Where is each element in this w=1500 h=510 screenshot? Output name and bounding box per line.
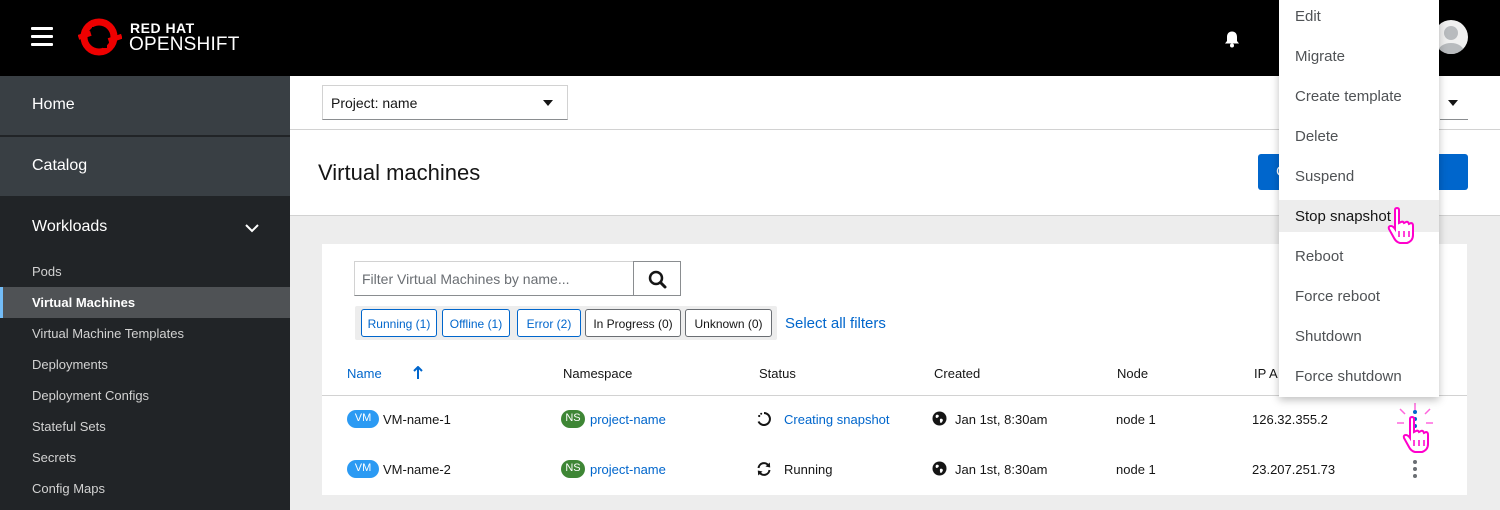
sidebar-item-deployments[interactable]: Deployments <box>0 349 290 380</box>
column-header-node[interactable]: Node <box>1117 366 1148 381</box>
sidebar-item-virtual-machines[interactable]: Virtual Machines <box>0 287 290 318</box>
sidebar-item-home[interactable]: Home <box>0 76 290 136</box>
chip-error[interactable]: Error (2) <box>517 309 581 337</box>
sort-ascending-icon <box>413 366 423 379</box>
sidebar-item-label: Pods <box>32 264 62 279</box>
sidebar-item-secrets[interactable]: Secrets <box>0 442 290 473</box>
search-icon <box>648 270 667 289</box>
status-running: Running <box>784 462 833 477</box>
node-value: node 1 <box>1116 462 1156 477</box>
ip-address: 126.32.355.2 <box>1252 412 1328 427</box>
secondary-select[interactable] <box>1440 85 1468 120</box>
sidebar: Home Catalog Workloads Pods Virtual Mach… <box>0 76 290 510</box>
menu-item-label: Suspend <box>1295 168 1355 185</box>
column-header-created[interactable]: Created <box>934 366 980 381</box>
sync-icon <box>757 462 771 476</box>
sidebar-item-pods[interactable]: Pods <box>0 256 290 287</box>
menu-item-shutdown[interactable]: Shutdown <box>1279 320 1439 352</box>
chevron-down-icon <box>245 224 259 233</box>
sidebar-item-label: Virtual Machines <box>32 295 136 310</box>
sidebar-item-catalog[interactable]: Catalog <box>0 137 290 197</box>
sidebar-item-config-maps[interactable]: Config Maps <box>0 473 290 504</box>
menu-item-create-template[interactable]: Create template <box>1279 80 1439 112</box>
sidebar-item-label: Deployments <box>32 357 108 372</box>
menu-item-force-reboot[interactable]: Force reboot <box>1279 280 1439 312</box>
status-creating-snapshot-link[interactable]: Creating snapshot <box>784 412 890 427</box>
sidebar-item-label: Workloads <box>32 218 108 235</box>
select-all-filters-link[interactable]: Select all filters <box>785 315 886 332</box>
menu-item-suspend[interactable]: Suspend <box>1279 160 1439 192</box>
menu-item-label: Migrate <box>1295 48 1346 65</box>
ns-badge: NS <box>561 410 585 428</box>
vm-badge: VM <box>347 410 379 428</box>
hamburger-icon[interactable] <box>31 27 53 47</box>
search-button[interactable] <box>633 261 681 296</box>
hand-cursor-icon <box>1387 207 1414 244</box>
column-header-status[interactable]: Status <box>759 366 796 381</box>
column-header-ip[interactable]: IP A <box>1254 366 1278 381</box>
globe-icon <box>932 461 947 476</box>
sidebar-item-deployment-configs[interactable]: Deployment Configs <box>0 380 290 411</box>
avatar-icon[interactable] <box>1434 20 1468 54</box>
row-actions-dropdown: Edit Migrate Create template Delete Susp… <box>1279 0 1439 397</box>
created-date: Jan 1st, 8:30am <box>955 412 1048 427</box>
sidebar-item-stateful-sets[interactable]: Stateful Sets <box>0 411 290 442</box>
globe-icon <box>932 411 947 426</box>
chip-unknown[interactable]: Unknown (0) <box>685 309 772 337</box>
bell-icon[interactable] <box>1223 30 1241 48</box>
ns-badge: NS <box>561 460 585 478</box>
sidebar-item-workloads[interactable]: Workloads <box>0 198 290 258</box>
sidebar-item-label: Virtual Machine Templates <box>32 326 184 341</box>
namespace-link[interactable]: project-name <box>590 412 666 427</box>
column-header-label: Name <box>347 366 382 381</box>
sidebar-item-virtual-machine-templates[interactable]: Virtual Machine Templates <box>0 318 290 349</box>
caret-down-icon <box>1448 100 1458 106</box>
menu-item-delete[interactable]: Delete <box>1279 120 1439 152</box>
sidebar-item-label: Home <box>32 96 75 113</box>
openshift-logo-icon <box>78 18 122 56</box>
menu-item-label: Edit <box>1295 8 1321 25</box>
sidebar-item-label: Secrets <box>32 450 77 465</box>
menu-item-label: Delete <box>1295 128 1339 145</box>
project-select[interactable]: Project: name <box>322 85 568 120</box>
brand-openshift: OPENSHIFT <box>129 34 240 55</box>
vm-badge: VM <box>347 460 379 478</box>
namespace-link[interactable]: project-name <box>590 462 666 477</box>
masthead: RED HAT OPENSHIFT <box>0 0 1500 76</box>
column-header-name[interactable]: Name <box>347 366 423 381</box>
vm-name[interactable]: VM-name-2 <box>383 462 451 477</box>
filter-input[interactable] <box>354 261 634 296</box>
menu-item-migrate[interactable]: Migrate <box>1279 40 1439 72</box>
sidebar-item-label: Deployment Configs <box>32 388 150 403</box>
sidebar-item-label: Catalog <box>32 157 88 174</box>
chip-running[interactable]: Running (1) <box>361 309 437 337</box>
page-title: Virtual machines <box>318 160 481 185</box>
menu-item-label: Force shutdown <box>1295 368 1402 385</box>
menu-item-label: Shutdown <box>1295 328 1362 345</box>
menu-item-label: Force reboot <box>1295 288 1381 305</box>
chip-offline[interactable]: Offline (1) <box>442 309 510 337</box>
sidebar-item-label: Config Maps <box>32 481 105 496</box>
spinner-icon <box>757 412 771 426</box>
menu-item-label: Create template <box>1295 88 1402 105</box>
created-date: Jan 1st, 8:30am <box>955 462 1048 477</box>
chip-in-progress[interactable]: In Progress (0) <box>585 309 681 337</box>
project-select-value: Project: name <box>331 95 418 111</box>
row-kebab-menu-button[interactable] <box>1413 460 1417 478</box>
menu-item-edit[interactable]: Edit <box>1279 0 1439 32</box>
column-header-namespace[interactable]: Namespace <box>563 366 632 381</box>
vm-name[interactable]: VM-name-1 <box>383 412 451 427</box>
caret-down-icon <box>543 100 553 106</box>
menu-item-force-shutdown[interactable]: Force shutdown <box>1279 360 1439 392</box>
ip-address: 23.207.251.73 <box>1252 462 1336 477</box>
sidebar-item-label: Stateful Sets <box>32 419 106 434</box>
menu-item-label: Stop snapshot <box>1295 208 1391 225</box>
node-value: node 1 <box>1116 412 1156 427</box>
hand-cursor-icon <box>1402 416 1429 453</box>
filter-chip-group: Running (1) Offline (1) Error (2) In Pro… <box>355 306 777 340</box>
menu-item-label: Reboot <box>1295 248 1344 265</box>
